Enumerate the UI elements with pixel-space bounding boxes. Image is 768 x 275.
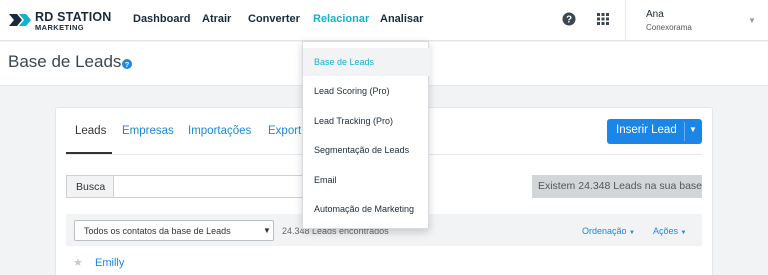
tab-exportacoes[interactable]: Export (268, 125, 301, 137)
top-navbar: RD STATION MARKETING Dashboard Atrair Co… (0, 0, 768, 41)
tab-importacoes[interactable]: Importações (188, 125, 251, 137)
nav-converter[interactable]: Converter (248, 13, 300, 25)
leads-total-text: Existem 24.348 Leads na sua base (532, 175, 702, 198)
tab-empresas[interactable]: Empresas (122, 125, 174, 137)
search-label: Busca (66, 175, 114, 198)
star-icon[interactable]: ★ (73, 256, 83, 269)
segment-select-value: Todos os contatos da base de Leads (84, 226, 231, 236)
menu-item-email[interactable]: Email (303, 166, 430, 194)
nav-dashboard[interactable]: Dashboard (133, 13, 190, 25)
rd-station-logo[interactable]: RD STATION MARKETING (8, 9, 111, 33)
menu-item-lead-tracking[interactable]: Lead Tracking (Pro) (303, 107, 430, 135)
caret-down-icon: ▼ (680, 230, 687, 236)
nav-relacionar[interactable]: Relacionar (313, 13, 369, 25)
nav-analisar[interactable]: Analisar (380, 13, 423, 25)
tab-leads[interactable]: Leads (75, 125, 106, 137)
lead-name-link[interactable]: Emilly (95, 257, 124, 269)
apps-grid-icon[interactable] (596, 12, 610, 26)
menu-item-segmentacao[interactable]: Segmentação de Leads (303, 136, 430, 164)
insert-lead-button[interactable]: Inserir Lead ▼ (607, 119, 702, 144)
relacionar-dropdown-menu: Base de Leads Lead Scoring (Pro) Lead Tr… (302, 41, 430, 229)
order-dropdown[interactable]: Ordenação ▼ (582, 226, 635, 236)
nav-divider (625, 0, 626, 41)
logo-subtitle: MARKETING (35, 23, 85, 32)
menu-item-base-de-leads[interactable]: Base de Leads (303, 48, 430, 76)
chevron-down-icon: ▼ (263, 226, 271, 235)
segment-select[interactable]: Todos os contatos da base de Leads ▼ (74, 220, 274, 241)
insert-lead-label: Inserir Lead (616, 124, 677, 136)
menu-item-automacao[interactable]: Automação de Marketing (303, 195, 430, 223)
logo-wordmark: RD STATION (35, 10, 112, 24)
actions-dropdown[interactable]: Ações ▼ (653, 226, 686, 236)
question-circle-icon[interactable]: ? (122, 59, 132, 69)
caret-down-icon: ▼ (629, 230, 635, 236)
menu-item-lead-scoring[interactable]: Lead Scoring (Pro) (303, 77, 430, 105)
chevron-down-icon[interactable]: ▼ (748, 16, 756, 25)
question-circle-icon[interactable]: ? (562, 12, 576, 26)
actions-label: Ações (653, 226, 679, 236)
user-name[interactable]: Ana (646, 9, 664, 20)
order-label: Ordenação (582, 226, 627, 236)
caret-down-icon[interactable]: ▼ (689, 125, 697, 134)
svg-text:?: ? (566, 15, 572, 26)
nav-atrair[interactable]: Atrair (202, 13, 231, 25)
user-company[interactable]: Conexorama (646, 23, 692, 32)
page-title: Base de Leads (8, 52, 122, 71)
svg-text:?: ? (125, 60, 130, 69)
rd-logo-mark-icon (9, 14, 31, 26)
active-tab-indicator (66, 152, 112, 154)
button-divider (684, 122, 685, 141)
